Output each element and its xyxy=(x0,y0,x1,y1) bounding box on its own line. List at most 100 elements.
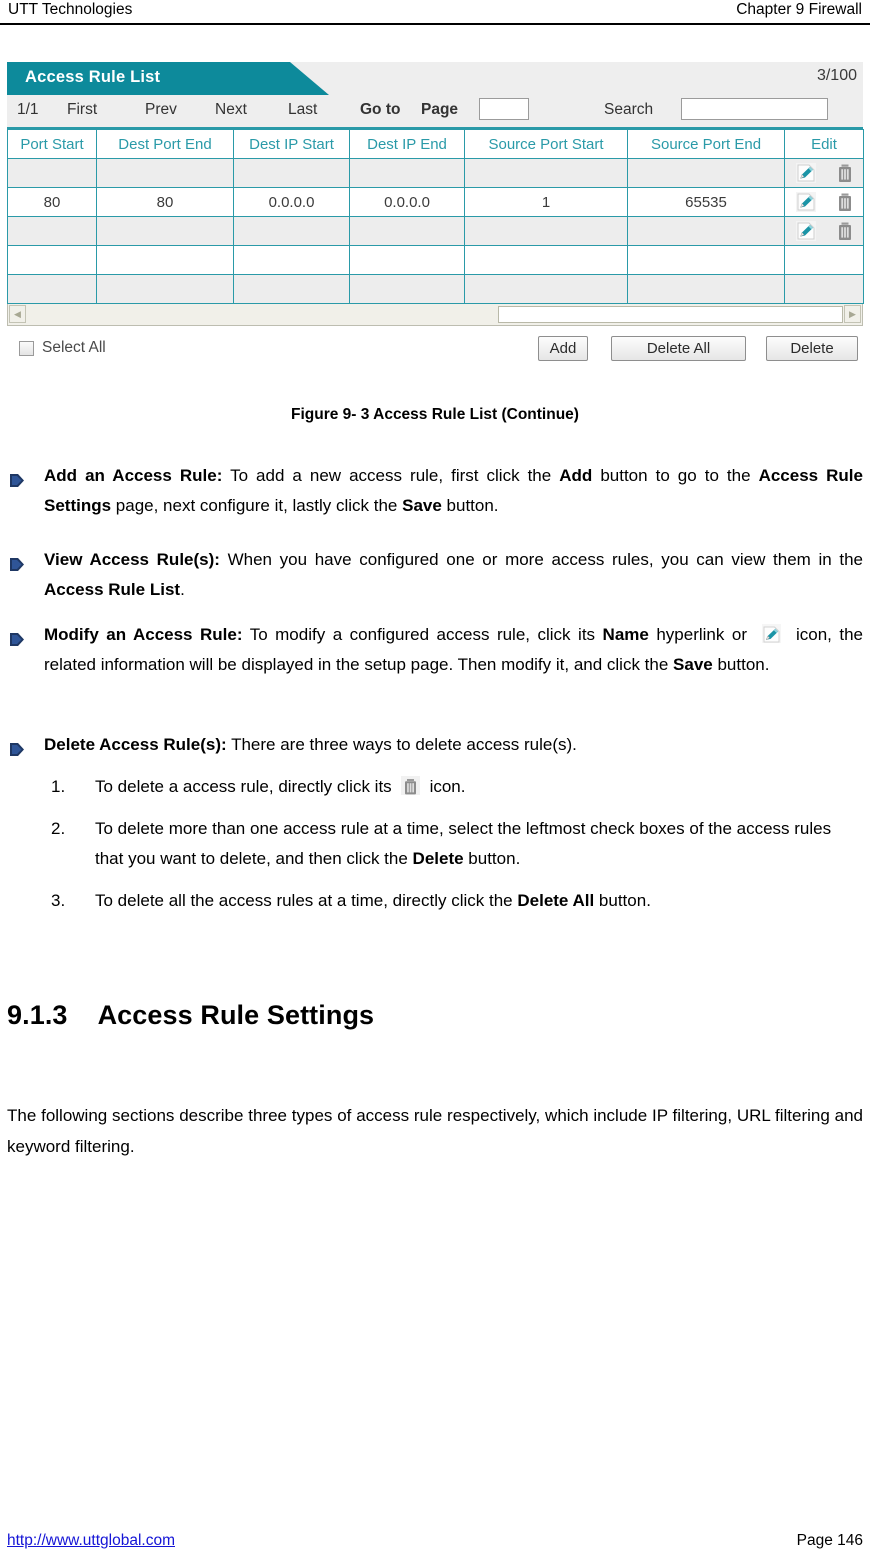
select-all-label: Select All xyxy=(42,339,106,356)
table-row[interactable] xyxy=(7,245,864,275)
pencil-icon[interactable] xyxy=(795,221,816,241)
pager-next-link[interactable]: Next xyxy=(215,101,247,119)
panel-titlebar: Access Rule List 3/100 xyxy=(7,62,863,95)
cell-source-port-start xyxy=(464,245,628,275)
bullet-modify-access-rule: Modify an Access Rule: To modify a confi… xyxy=(7,620,863,680)
bullet-arrow-icon xyxy=(9,468,25,487)
cell-port-start xyxy=(7,274,97,304)
bullet-view-access-rules: View Access Rule(s): When you have confi… xyxy=(7,545,863,605)
table-row[interactable] xyxy=(7,158,864,188)
document-header: UTT Technologies Chapter 9 Firewall xyxy=(8,0,862,24)
list-item-text-1: To delete more than one access rule at a… xyxy=(95,819,832,868)
document-page: UTT Technologies Chapter 9 Firewall Acce… xyxy=(0,0,870,1559)
cell-source-port-start: 1 xyxy=(464,187,628,217)
list-item: 3. To delete all the access rules at a t… xyxy=(7,886,863,916)
pencil-icon xyxy=(761,624,781,643)
list-item-text-2: To delete all the access rules at a time… xyxy=(95,891,651,910)
list-item: 1. To delete a access rule, directly cli… xyxy=(7,772,863,802)
cell-dest-ip-end xyxy=(349,245,465,275)
delete-all-button[interactable]: Delete All xyxy=(611,336,746,361)
access-rule-table-body: 80 80 0.0.0.0 0.0.0.0 1 65535 xyxy=(7,158,864,304)
pager-prev-link[interactable]: Prev xyxy=(145,101,177,119)
list-number: 2. xyxy=(51,819,66,838)
pager-first-link[interactable]: First xyxy=(67,101,97,119)
trash-icon xyxy=(401,776,421,795)
cell-edit xyxy=(784,274,864,304)
cell-dest-port-end: 80 xyxy=(96,187,234,217)
cell-source-port-end xyxy=(627,158,785,188)
cell-port-start: 80 xyxy=(7,187,97,217)
header-left-text: UTT Technologies xyxy=(8,1,133,18)
cell-source-port-end xyxy=(627,216,785,246)
trash-icon[interactable] xyxy=(837,164,853,183)
list-item: 2. To delete more than one access rule a… xyxy=(7,814,863,874)
delete-button[interactable]: Delete xyxy=(766,336,858,361)
scroll-right-arrow-icon[interactable]: ▶ xyxy=(844,305,861,323)
cell-dest-port-end xyxy=(96,158,234,188)
search-input[interactable] xyxy=(681,98,828,120)
list-number: 1. xyxy=(51,777,66,796)
cell-edit xyxy=(784,187,864,217)
cell-dest-port-end xyxy=(96,274,234,304)
pager-page-label: Page xyxy=(421,101,459,118)
cell-source-port-start xyxy=(464,216,628,246)
col-dest-ip-end: Dest IP End xyxy=(349,129,465,159)
cell-dest-ip-end xyxy=(349,158,465,188)
bullet-add-access-rule: Add an Access Rule: To add a new access … xyxy=(7,461,863,521)
scrollbar-thumb[interactable] xyxy=(498,306,843,323)
table-header-row: Port Start Dest Port End Dest IP Start D… xyxy=(7,129,864,159)
table-row[interactable] xyxy=(7,216,864,246)
cell-dest-ip-start xyxy=(233,216,350,246)
select-all-checkbox[interactable] xyxy=(19,340,34,356)
pager-toolbar: 1/1 First Prev Next Last Go to Page Sear… xyxy=(7,95,863,129)
bullet-delete-access-rules: Delete Access Rule(s): There are three w… xyxy=(7,730,863,916)
pager-ratio: 1/1 xyxy=(17,101,39,118)
cell-dest-ip-end xyxy=(349,216,465,246)
search-label: Search xyxy=(604,101,654,118)
cell-dest-ip-end xyxy=(349,274,465,304)
bullet-arrow-icon xyxy=(9,627,25,646)
page-number-input[interactable] xyxy=(479,98,529,120)
cell-port-start xyxy=(7,158,97,188)
select-all-control[interactable]: Select All xyxy=(19,339,106,357)
website-link[interactable]: http://www.uttglobal.com xyxy=(7,1532,175,1550)
bullet-title: View Access Rule(s): xyxy=(44,550,220,569)
figure-caption: Figure 9- 3 Access Rule List (Continue) xyxy=(291,406,579,423)
cell-dest-port-end xyxy=(96,245,234,275)
cell-port-start xyxy=(7,216,97,246)
bullet-title: Delete Access Rule(s): xyxy=(44,735,227,754)
header-right-text: Chapter 9 Firewall xyxy=(736,1,862,18)
bullet-title: Modify an Access Rule: xyxy=(44,625,243,644)
cell-edit xyxy=(784,245,864,275)
table-row[interactable] xyxy=(7,274,864,304)
pencil-icon[interactable] xyxy=(795,163,816,183)
cell-dest-ip-start xyxy=(233,245,350,275)
bullet-title: Add an Access Rule: xyxy=(44,466,223,485)
panel-action-bar: Select All Add Delete All Delete xyxy=(7,334,863,370)
section-heading: 9.1.3 Access Rule Settings xyxy=(7,1000,374,1031)
section-number: 9.1.3 xyxy=(7,1000,68,1030)
section-paragraph: The following sections describe three ty… xyxy=(7,1106,863,1156)
horizontal-scrollbar[interactable]: ◀ ▶ xyxy=(7,304,863,326)
cell-source-port-end xyxy=(627,245,785,275)
pager-goto-label[interactable]: Go to xyxy=(360,101,400,119)
bullet-body-3: There are three ways to delete access ru… xyxy=(226,735,577,754)
list-item-text-0: To delete a access rule, directly click … xyxy=(95,776,466,796)
pager-last-link[interactable]: Last xyxy=(288,101,317,119)
pencil-icon[interactable] xyxy=(795,192,816,212)
trash-icon[interactable] xyxy=(837,222,853,241)
trash-icon[interactable] xyxy=(837,193,853,212)
cell-dest-port-end xyxy=(96,216,234,246)
add-button[interactable]: Add xyxy=(538,336,588,361)
col-dest-ip-start: Dest IP Start xyxy=(233,129,350,159)
cell-source-port-end: 65535 xyxy=(627,187,785,217)
scroll-left-arrow-icon[interactable]: ◀ xyxy=(9,305,26,323)
list-number: 3. xyxy=(51,891,66,910)
rule-count-badge: 3/100 xyxy=(816,67,857,84)
bullet-arrow-icon xyxy=(9,737,25,756)
cell-dest-ip-end: 0.0.0.0 xyxy=(349,187,465,217)
col-source-port-start: Source Port Start xyxy=(464,129,628,159)
table-row[interactable]: 80 80 0.0.0.0 0.0.0.0 1 65535 xyxy=(7,187,864,217)
header-divider xyxy=(0,23,870,25)
cell-edit xyxy=(784,158,864,188)
